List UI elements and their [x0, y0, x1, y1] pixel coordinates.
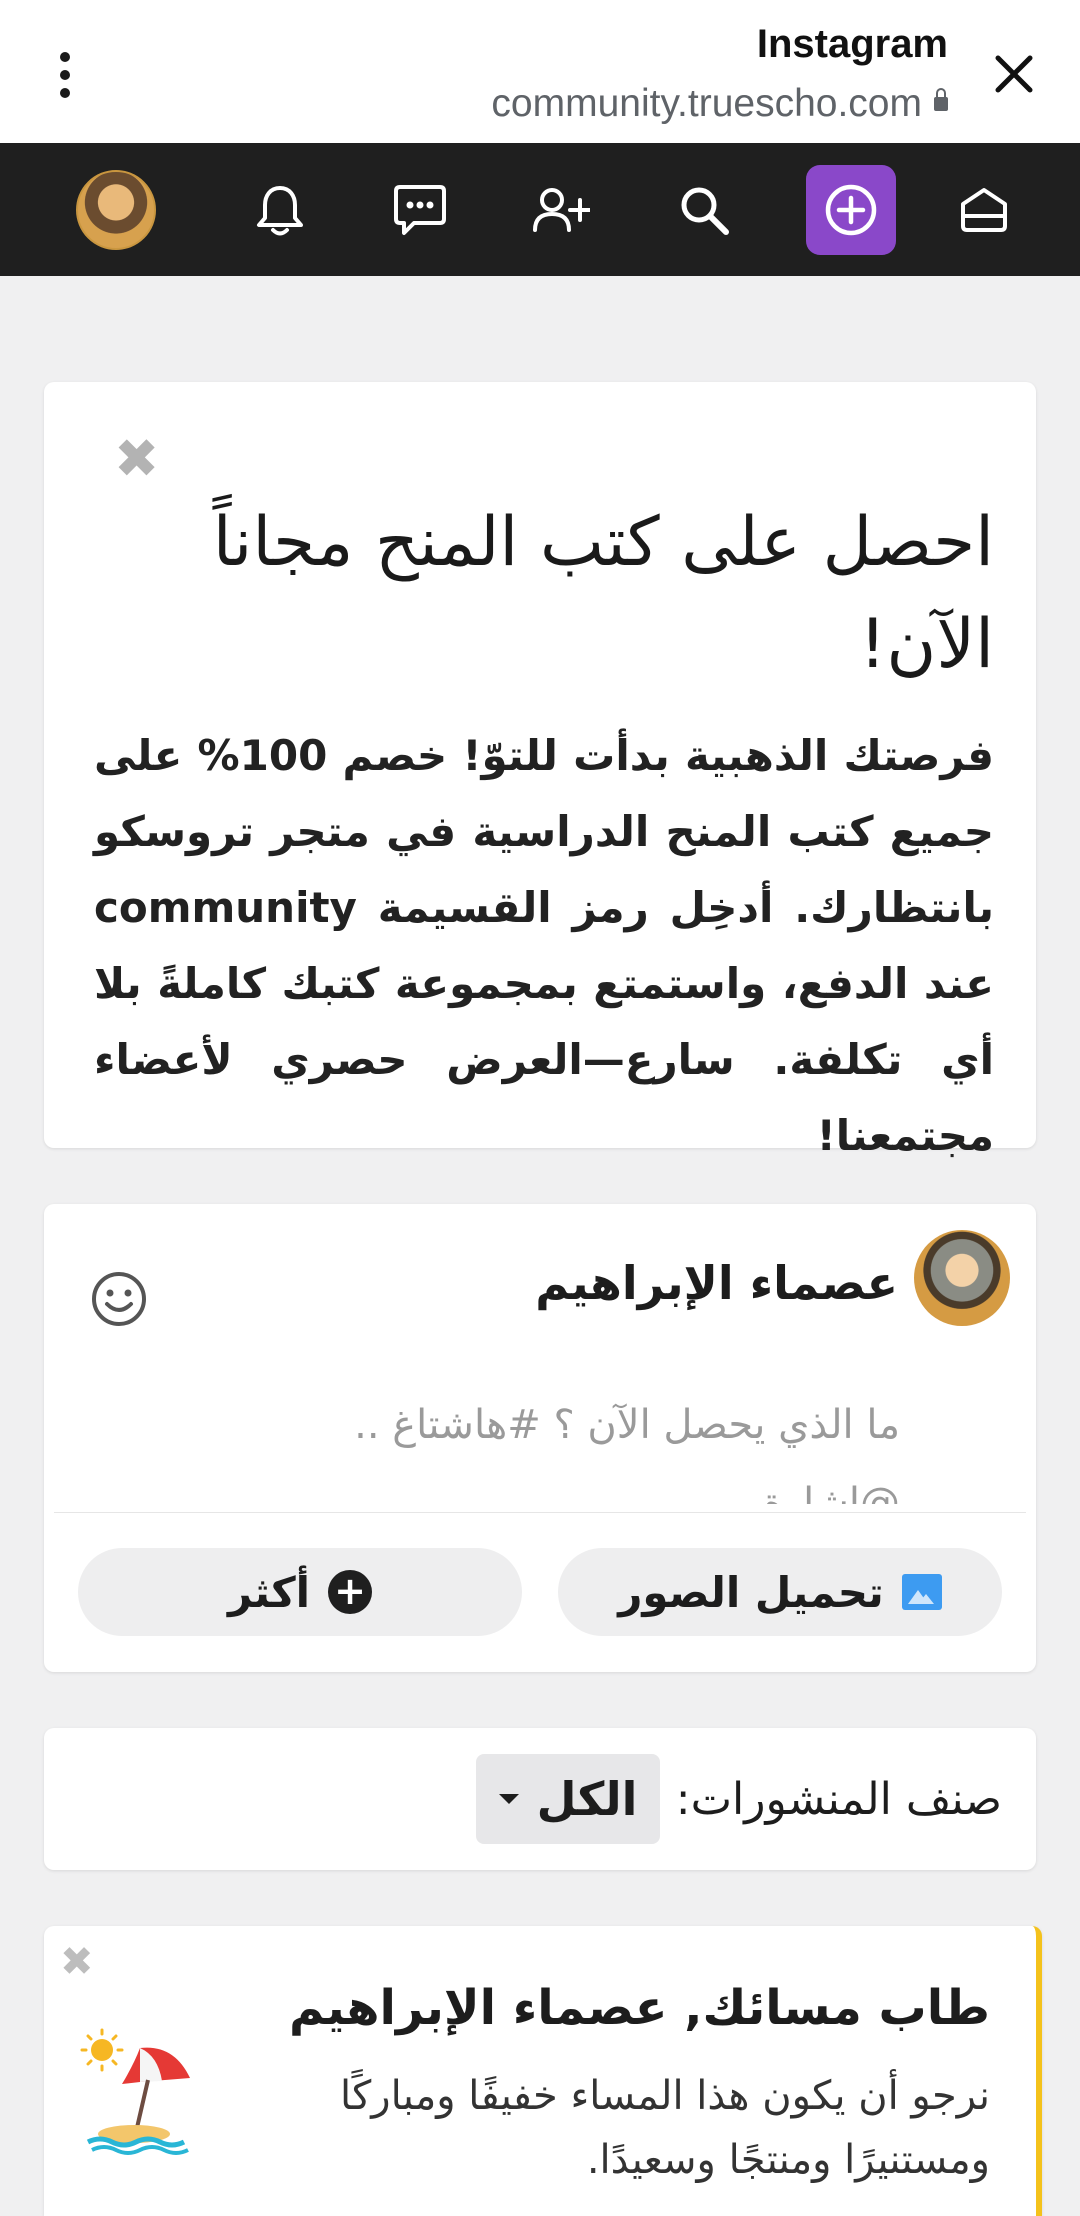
greeting-title: طاب مسائك, عصماء الإبراهيم — [288, 1980, 990, 2036]
post-filter-card: صنف المنشورات: الكل — [44, 1728, 1036, 1870]
divider — [54, 1512, 1026, 1513]
emoji-icon[interactable] — [90, 1270, 148, 1328]
nav-notifications[interactable] — [250, 143, 310, 276]
promo-body: فرصتك الذهبية بدأت للتوّ! خصم 100% على ج… — [94, 731, 994, 1160]
messages-icon[interactable] — [392, 183, 448, 237]
dismiss-greeting-button[interactable]: ✖ — [60, 1942, 94, 1982]
more-options-button[interactable]: + أكثر — [78, 1548, 522, 1636]
greeting-card: ✖ طاب مسائك, عصماء الإبراهيم نرجو أن يكو… — [44, 1926, 1042, 2216]
avatar[interactable] — [914, 1230, 1010, 1326]
nav-profile[interactable] — [76, 143, 156, 276]
post-type-select[interactable]: الكل — [476, 1754, 660, 1844]
profile-avatar[interactable] — [76, 169, 156, 250]
url-text: community.truescho.com — [491, 82, 922, 125]
select-value: الكل — [536, 1772, 638, 1826]
nav-messages[interactable] — [390, 143, 450, 276]
browser-url[interactable]: community.truescho.com — [491, 82, 948, 126]
filter-label: صنف المنشورات: — [675, 1774, 1002, 1825]
image-icon — [901, 1574, 942, 1610]
nav-add-post[interactable] — [806, 143, 896, 276]
dismiss-promo-button[interactable]: ✖ — [114, 432, 159, 486]
promo-title: احصل على كتب المنح مجاناً الآن! — [212, 503, 994, 684]
caret-down-icon — [498, 1794, 519, 1804]
browser-title: Instagram — [756, 22, 948, 66]
more-label: أكثر — [227, 1567, 311, 1617]
browser-toolbar: Instagram community.truescho.com — [0, 0, 1080, 143]
promo-card: ✖ احصل على كتب المنح مجاناً الآن! فرصتك … — [44, 382, 1036, 1160]
close-icon[interactable] — [990, 50, 1038, 98]
greeting-message: نرجو أن يكون هذا المساء خفيفًا ومباركًا … — [340, 2073, 990, 2183]
add-post-icon — [825, 184, 877, 235]
nav-home[interactable] — [958, 143, 1010, 276]
upload-label: تحميل الصور — [618, 1567, 884, 1617]
post-composer: عصماء الإبراهيم ما الذي يحصل الآن ؟ #هاش… — [44, 1204, 1036, 1672]
lock-icon — [934, 88, 948, 111]
add-post-button[interactable] — [806, 164, 896, 255]
search-icon[interactable] — [676, 182, 732, 238]
bell-icon[interactable] — [254, 182, 306, 238]
author-name[interactable]: عصماء الإبراهيم — [535, 1256, 898, 1310]
app-nav-bar — [0, 143, 1080, 276]
nav-add-friend[interactable] — [530, 143, 592, 276]
more-vert-icon[interactable] — [50, 52, 80, 104]
nav-search[interactable] — [674, 143, 734, 276]
add-friend-icon[interactable] — [532, 186, 590, 234]
plus-circle-icon: + — [328, 1570, 373, 1614]
home-icon[interactable] — [959, 186, 1009, 234]
post-input[interactable]: ما الذي يحصل الآن ؟ #هاشتاغ .. @اشارة — [260, 1386, 900, 1504]
beach-umbrella-icon — [80, 2028, 190, 2155]
upload-photos-button[interactable]: تحميل الصور — [558, 1548, 1002, 1636]
